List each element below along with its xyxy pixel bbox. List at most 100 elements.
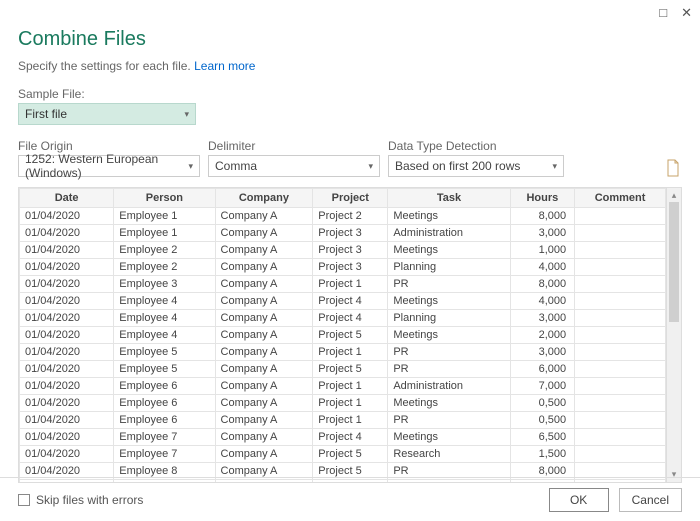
column-header[interactable]: Project: [313, 189, 388, 208]
table-cell: Project 1: [313, 344, 388, 361]
table-cell: [575, 259, 666, 276]
table-cell: 01/04/2020: [20, 395, 114, 412]
table-cell: 6,500: [510, 429, 575, 446]
table-row[interactable]: 01/04/2020Employee 6Company AProject 1PR…: [20, 412, 666, 429]
table-cell: Company A: [215, 395, 313, 412]
table-cell: PR: [388, 361, 510, 378]
document-icon[interactable]: [664, 155, 682, 177]
table-row[interactable]: 01/04/2020Employee 6Company AProject 1Ad…: [20, 378, 666, 395]
table-row[interactable]: 01/04/2020Employee 3Company AProject 1PR…: [20, 276, 666, 293]
table-cell: Research: [388, 446, 510, 463]
table-cell: Project 3: [313, 259, 388, 276]
table-cell: 6,000: [510, 361, 575, 378]
column-header[interactable]: Person: [114, 189, 215, 208]
table-cell: [575, 310, 666, 327]
table-cell: PR: [388, 344, 510, 361]
table-cell: Planning: [388, 259, 510, 276]
table-cell: 7,000: [510, 378, 575, 395]
table-cell: 01/04/2020: [20, 310, 114, 327]
table-cell: Project 4: [313, 429, 388, 446]
table-cell: Meetings: [388, 293, 510, 310]
maximize-icon[interactable]: □: [659, 6, 667, 19]
table-cell: Project 3: [313, 242, 388, 259]
table-cell: 01/04/2020: [20, 344, 114, 361]
table-cell: Employee 3: [114, 276, 215, 293]
table-cell: 1,000: [510, 242, 575, 259]
sample-file-select[interactable]: First file ▾: [18, 103, 196, 125]
close-icon[interactable]: ✕: [681, 6, 692, 19]
column-header[interactable]: Task: [388, 189, 510, 208]
cancel-button[interactable]: Cancel: [619, 488, 682, 512]
table-row[interactable]: 01/04/2020Employee 4Company AProject 4Me…: [20, 293, 666, 310]
table-cell: Company A: [215, 378, 313, 395]
table-cell: [575, 242, 666, 259]
table-cell: [575, 276, 666, 293]
table-cell: 3,000: [510, 310, 575, 327]
table-cell: PR: [388, 276, 510, 293]
delimiter-select[interactable]: Comma ▾: [208, 155, 380, 177]
scrollbar-thumb[interactable]: [669, 202, 679, 322]
file-origin-select[interactable]: 1252: Western European (Windows) ▾: [18, 155, 200, 177]
column-header[interactable]: Hours: [510, 189, 575, 208]
table-cell: Project 5: [313, 446, 388, 463]
file-origin-label: File Origin: [18, 139, 200, 153]
table-cell: Project 1: [313, 395, 388, 412]
table-cell: 2,000: [510, 327, 575, 344]
table-cell: 01/04/2020: [20, 293, 114, 310]
table-cell: 01/04/2020: [20, 225, 114, 242]
table-row[interactable]: 01/04/2020Employee 7Company AProject 4Me…: [20, 429, 666, 446]
data-type-select[interactable]: Based on first 200 rows ▾: [388, 155, 564, 177]
table-cell: Administration: [388, 225, 510, 242]
vertical-scrollbar[interactable]: ▴ ▾: [666, 188, 681, 482]
caret-down-icon: ▾: [188, 161, 193, 172]
table-cell: [575, 412, 666, 429]
table-cell: [575, 378, 666, 395]
table-cell: 01/04/2020: [20, 429, 114, 446]
ok-button[interactable]: OK: [549, 488, 609, 512]
table-cell: 01/04/2020: [20, 412, 114, 429]
table-row[interactable]: 01/04/2020Employee 2Company AProject 3Me…: [20, 242, 666, 259]
table-cell: Company A: [215, 412, 313, 429]
table-cell: Company A: [215, 276, 313, 293]
table-cell: 01/04/2020: [20, 259, 114, 276]
learn-more-link[interactable]: Learn more: [194, 59, 255, 73]
subtitle-text: Specify the settings for each file.: [18, 59, 194, 73]
table-cell: Company A: [215, 310, 313, 327]
table-cell: 3,000: [510, 225, 575, 242]
table-cell: 0,500: [510, 412, 575, 429]
sample-file-value: First file: [25, 107, 67, 121]
table-row[interactable]: 01/04/2020Employee 4Company AProject 5Me…: [20, 327, 666, 344]
table-cell: Employee 1: [114, 208, 215, 225]
table-cell: [575, 344, 666, 361]
skip-files-label: Skip files with errors: [36, 493, 143, 507]
caret-down-icon: ▾: [368, 161, 373, 172]
table-cell: Employee 5: [114, 361, 215, 378]
table-row[interactable]: 01/04/2020Employee 4Company AProject 4Pl…: [20, 310, 666, 327]
table-cell: Employee 2: [114, 242, 215, 259]
table-cell: Employee 2: [114, 259, 215, 276]
data-type-label: Data Type Detection: [388, 139, 564, 153]
table-row[interactable]: 01/04/2020Employee 5Company AProject 1PR…: [20, 344, 666, 361]
table-cell: Project 4: [313, 293, 388, 310]
table-row[interactable]: 01/04/2020Employee 1Company AProject 2Me…: [20, 208, 666, 225]
column-header[interactable]: Comment: [575, 189, 666, 208]
table-cell: 4,000: [510, 259, 575, 276]
checkbox-box: [18, 494, 30, 506]
table-row[interactable]: 01/04/2020Employee 7Company AProject 5Re…: [20, 446, 666, 463]
table-row[interactable]: 01/04/2020Employee 2Company AProject 3Pl…: [20, 259, 666, 276]
table-row[interactable]: 01/04/2020Employee 5Company AProject 5PR…: [20, 361, 666, 378]
table-cell: PR: [388, 412, 510, 429]
delimiter-value: Comma: [215, 159, 257, 173]
table-cell: Company A: [215, 208, 313, 225]
table-cell: 3,000: [510, 344, 575, 361]
table-cell: 0,500: [510, 395, 575, 412]
skip-files-checkbox[interactable]: Skip files with errors: [18, 493, 143, 507]
table-cell: Project 5: [313, 327, 388, 344]
table-cell: Meetings: [388, 327, 510, 344]
scroll-up-icon[interactable]: ▴: [667, 190, 681, 201]
column-header[interactable]: Date: [20, 189, 114, 208]
table-row[interactable]: 01/04/2020Employee 6Company AProject 1Me…: [20, 395, 666, 412]
column-header[interactable]: Company: [215, 189, 313, 208]
table-cell: Employee 4: [114, 327, 215, 344]
table-row[interactable]: 01/04/2020Employee 1Company AProject 3Ad…: [20, 225, 666, 242]
